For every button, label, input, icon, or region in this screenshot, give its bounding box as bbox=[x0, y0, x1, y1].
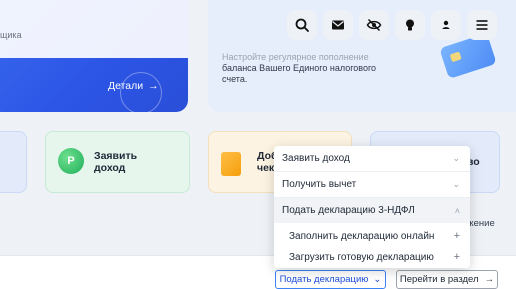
menu-item-get-deduction[interactable]: Получить вычет ⌄ bbox=[274, 172, 470, 197]
menu-item-declare-income[interactable]: Заявить доход ⌄ bbox=[274, 146, 470, 171]
plus-icon: + bbox=[453, 251, 460, 263]
details-label: Детали bbox=[108, 80, 144, 92]
arrow-right-icon: → bbox=[148, 80, 159, 92]
chevron-down-icon: ⌄ bbox=[452, 179, 460, 189]
declare-income-line-1: Заявить bbox=[94, 150, 138, 162]
ruble-leaf-icon: Р bbox=[58, 148, 84, 174]
document-icon bbox=[221, 152, 241, 176]
card-subtitle: щика bbox=[0, 30, 22, 40]
chevron-down-icon: ⌄ bbox=[452, 153, 460, 163]
autopay-line-3: счета. bbox=[222, 74, 248, 84]
action-tile-partial[interactable] bbox=[0, 131, 27, 193]
ruble-icon bbox=[120, 72, 162, 112]
menu-item-label: Заявить доход bbox=[282, 153, 350, 164]
page: щика Детали → Настройте регулярное попол… bbox=[0, 0, 516, 289]
submit-declaration-label: Подать декларацию bbox=[279, 274, 369, 285]
menu-item-label: Подать декларацию 3-НДФЛ bbox=[282, 205, 415, 216]
declare-income-label: Заявить доход bbox=[94, 150, 137, 174]
autopay-description: Настройте регулярное пополнение баланса … bbox=[222, 52, 392, 85]
go-to-section-label: Перейти в раздел bbox=[399, 274, 479, 285]
chevron-up-icon: ˄ bbox=[454, 205, 460, 216]
plus-icon: + bbox=[453, 230, 460, 242]
go-to-section-button[interactable]: Перейти в раздел → bbox=[396, 270, 498, 289]
submenu-item-upload-ready[interactable]: Загрузить готовую декларацию + bbox=[274, 245, 470, 268]
submenu-item-label: Заполнить декларацию онлайн bbox=[289, 230, 435, 242]
details-link[interactable]: Детали → bbox=[108, 80, 159, 92]
card-header-overlay bbox=[0, 0, 188, 58]
submenu-item-label: Загрузить готовую декларацию bbox=[289, 251, 434, 263]
arrow-right-icon: → bbox=[484, 274, 495, 285]
declare-income-tile[interactable]: Р Заявить доход bbox=[45, 131, 190, 193]
balance-card: щика Детали → bbox=[0, 0, 188, 112]
declaration-dropdown-menu: Заявить доход ⌄ Получить вычет ⌄ Подать … bbox=[274, 146, 470, 268]
chevron-down-icon: ⌄ bbox=[373, 274, 382, 285]
user-icon[interactable] bbox=[431, 10, 461, 40]
menu-item-submit-3ndfl[interactable]: Подать декларацию 3-НДФЛ ˄ bbox=[274, 198, 470, 223]
menu-icon[interactable] bbox=[467, 10, 497, 40]
header-toolbar bbox=[287, 10, 497, 40]
lightbulb-icon[interactable] bbox=[395, 10, 425, 40]
declare-income-line-2: доход bbox=[94, 162, 126, 174]
autopay-line-1: Настройте регулярное пополнение bbox=[222, 52, 369, 62]
visibility-off-icon[interactable] bbox=[359, 10, 389, 40]
autopay-line-2: баланса Вашего Единого налогового bbox=[222, 63, 377, 73]
menu-item-label: Получить вычет bbox=[282, 179, 357, 190]
submit-declaration-button[interactable]: Подать декларацию ⌄ bbox=[275, 270, 386, 289]
search-icon[interactable] bbox=[287, 10, 317, 40]
mail-icon[interactable] bbox=[323, 10, 353, 40]
